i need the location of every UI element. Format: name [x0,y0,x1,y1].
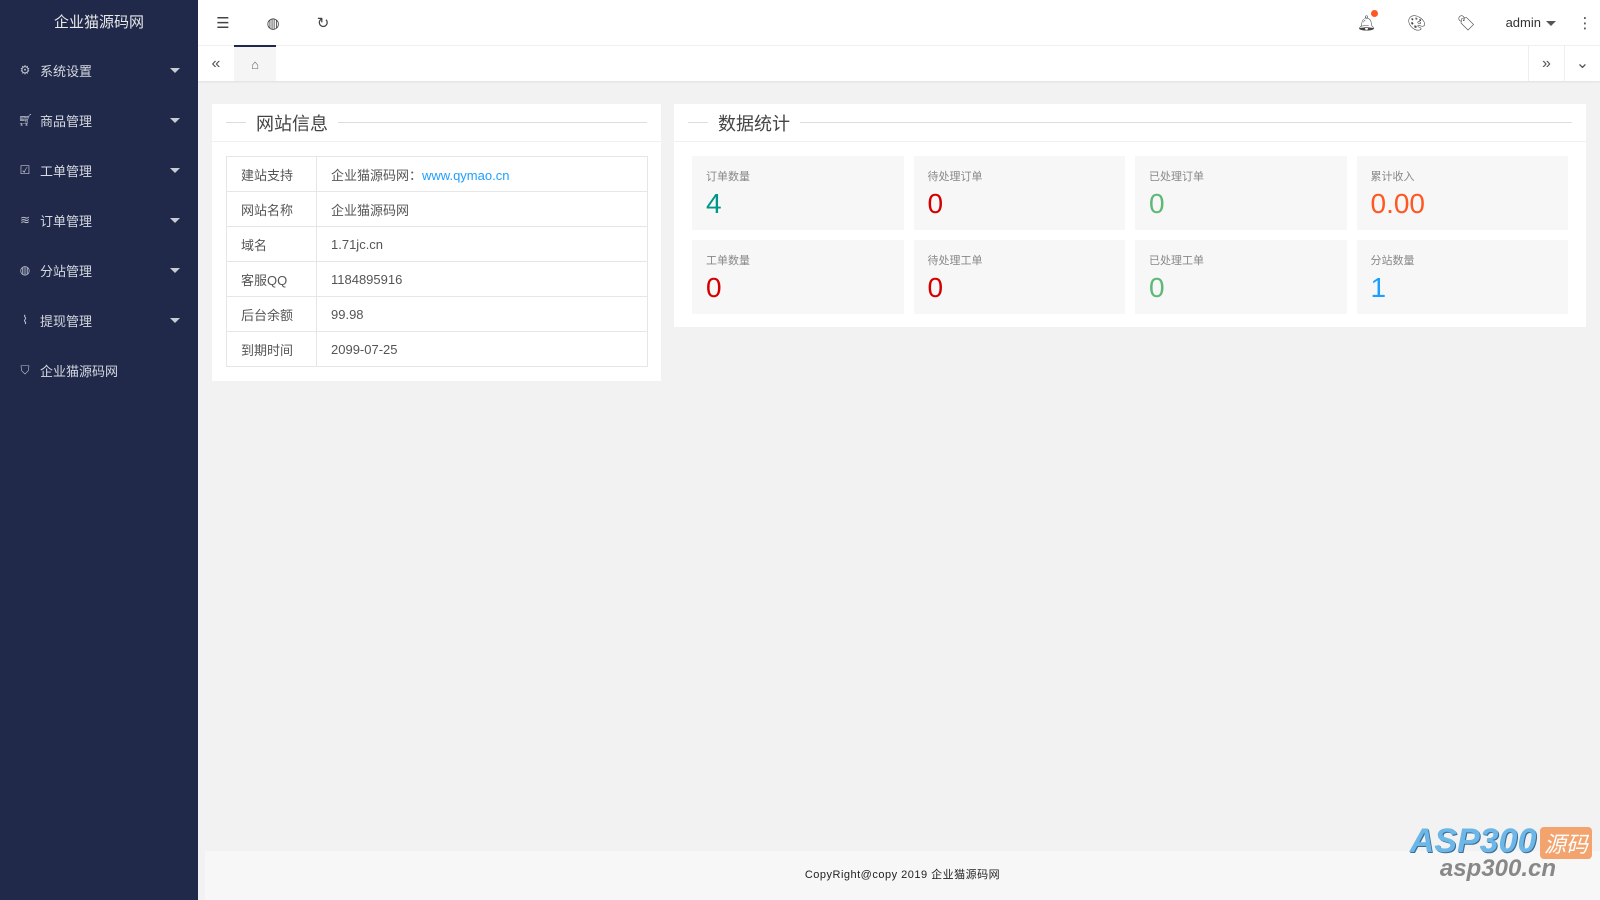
stat-tile: 已处理工单 0 [1135,240,1347,314]
chevron-down-icon[interactable]: ⌄ [1564,46,1600,81]
stat-value: 4 [706,188,722,219]
pulse-icon: ⌇ [22,313,28,327]
refresh-icon[interactable]: ↻ [298,14,348,32]
scroll-left-icon[interactable]: « [198,46,234,81]
user-menu[interactable]: admin [1492,15,1570,30]
site-info-table: 建站支持 企业猫源码网：www.qymao.cn 网站名称 企业猫源码网 域名 1.7… [226,156,648,367]
stat-label: 待处理工单 [927,255,983,267]
stat-value: 0 [1149,272,1165,303]
sidebar-item-label: 企业猫源码网 [40,363,119,379]
stat-label: 累计收入 [1370,171,1415,183]
card-title: 网站信息 [256,113,328,134]
cart-icon: 🛒︎ [18,113,34,127]
layers-icon: ≋ [19,213,31,227]
sidebar-item-withdrawals[interactable]: ⌇ 提现管理 [0,295,198,345]
row-key: 建站支持 [226,156,317,192]
footer: CopyRight@copy 2019 企业猫源码网 [205,851,1600,900]
stat-tile: 订单数量 4 [692,156,904,230]
sidebar-item-site-link[interactable]: ⛉ 企业猫源码网 [0,345,198,395]
globe-icon: ◍ [19,263,31,277]
row-value: 1.71jc.cn [316,226,648,262]
stats-card: 数据统计 订单数量 4 待处理订单 0 已处理订单 0 累计收入 0.00 工单数量 0 待处理工单… [674,104,1586,327]
stat-label: 待处理订单 [927,171,983,183]
row-key: 网站名称 [226,191,317,227]
stat-value: 0 [927,188,944,219]
app-logo: 企业猫源码网 [53,14,144,31]
tag-icon[interactable]: 🏷︎ [1442,14,1492,32]
row-value: 1184895916 [316,261,648,297]
sidebar-item-label: 提现管理 [40,313,93,329]
stats-grid: 订单数量 4 待处理订单 0 已处理订单 0 累计收入 0.00 工单数量 0 待处理工单 0 已处理工… [674,142,1586,328]
row-value: 99.98 [316,296,648,332]
sidebar-item-label: 分站管理 [40,263,93,279]
tab-home[interactable]: ⌂ [234,45,276,81]
gear-icon: ⚙ [19,63,31,77]
stat-tile: 待处理工单 0 [913,240,1125,314]
sidebar-item-label: 订单管理 [40,213,93,229]
caret-down-icon [170,267,180,273]
watermark-logo: ASP300 源码 asp300.cn [1410,822,1592,883]
stat-value: 0 [927,272,944,303]
table-row: 建站支持 企业猫源码网：www.qymao.cn [226,156,648,192]
site-info-card: 网站信息 建站支持 企业猫源码网：www.qymao.cn 网站名称 企业猫源码网 … [212,104,661,381]
row-key: 到期时间 [226,331,317,367]
row-key: 客服QQ [226,261,317,297]
palette-icon[interactable]: 🎨︎ [1392,14,1442,32]
sidebar-item-label: 系统设置 [40,63,93,79]
row-value-text: 企业猫源码网： [331,167,423,183]
caret-down-icon [170,67,180,73]
stat-tile: 累计收入 0.00 [1356,156,1568,230]
bell-icon[interactable]: 🔔︎ [1342,9,1392,32]
caret-down-icon [170,167,180,173]
username: admin [1505,15,1541,30]
stat-value: 0 [1149,188,1165,219]
sidebar-item-label: 工单管理 [40,163,93,179]
menu-toggle-icon[interactable]: ☰ [198,14,248,32]
ticket-icon: ☑ [19,163,31,177]
sidebar-item-substations[interactable]: ◍ 分站管理 [0,245,198,295]
more-vertical-icon[interactable]: ⋮ [1570,14,1600,32]
stat-value: 0.00 [1370,188,1426,219]
stat-label: 订单数量 [706,171,750,183]
card-title: 数据统计 [718,113,790,134]
caret-down-icon [170,117,180,123]
sidebar-item-products[interactable]: 🛒︎ 商品管理 [0,95,198,145]
stat-value: 0 [706,272,722,303]
row-value: 企业猫源码网：www.qymao.cn [316,156,648,192]
row-value: 企业猫源码网 [316,191,648,227]
stat-tile: 分站数量 1 [1356,240,1568,314]
home-icon: ⌂ [251,57,259,72]
support-link[interactable]: www.qymao.cn [422,168,509,183]
globe-icon[interactable]: ◍ [248,14,298,32]
stat-label: 分站数量 [1370,255,1415,267]
sidebar: 企业猫源码网 ⚙ 系统设置 🛒︎ 商品管理 ☑ 工单管理 ≋ 订单管理 ◍ 分站管理 ⌇ 提… [0,0,198,900]
stat-label: 工单数量 [706,255,750,267]
tab-bar: « ⌂ » ⌄ [198,45,1600,81]
row-key: 后台余额 [226,296,317,332]
sidebar-item-label: 商品管理 [40,113,93,129]
table-row: 网站名称 企业猫源码网 [226,191,648,227]
table-row: 后台余额 99.98 [226,296,648,332]
caret-down-icon [1546,21,1556,27]
table-row: 域名 1.71jc.cn [226,226,648,262]
row-key: 域名 [226,226,317,262]
scroll-right-icon[interactable]: » [1528,46,1564,81]
stat-tile: 待处理订单 0 [913,156,1125,230]
notification-dot [1370,9,1378,17]
row-value: 2099-07-25 [316,331,648,367]
sidebar-item-orders[interactable]: ≋ 订单管理 [0,195,198,245]
table-row: 到期时间 2099-07-25 [226,331,648,367]
table-row: 客服QQ 1184895916 [226,261,648,297]
shield-icon: ⛉ [20,362,30,377]
sidebar-item-system-settings[interactable]: ⚙ 系统设置 [0,45,198,95]
sidebar-item-tickets[interactable]: ☑ 工单管理 [0,145,198,195]
caret-down-icon [170,317,180,323]
stat-tile: 工单数量 0 [692,240,904,314]
stat-label: 已处理订单 [1149,171,1204,183]
top-header: ☰ ◍ ↻ 🔔︎ 🎨︎ 🏷︎ admin ⋮ [198,0,1600,45]
stat-value: 1 [1370,272,1387,303]
stat-label: 已处理工单 [1149,255,1204,267]
caret-down-icon [170,217,180,223]
stat-tile: 已处理订单 0 [1135,156,1347,230]
